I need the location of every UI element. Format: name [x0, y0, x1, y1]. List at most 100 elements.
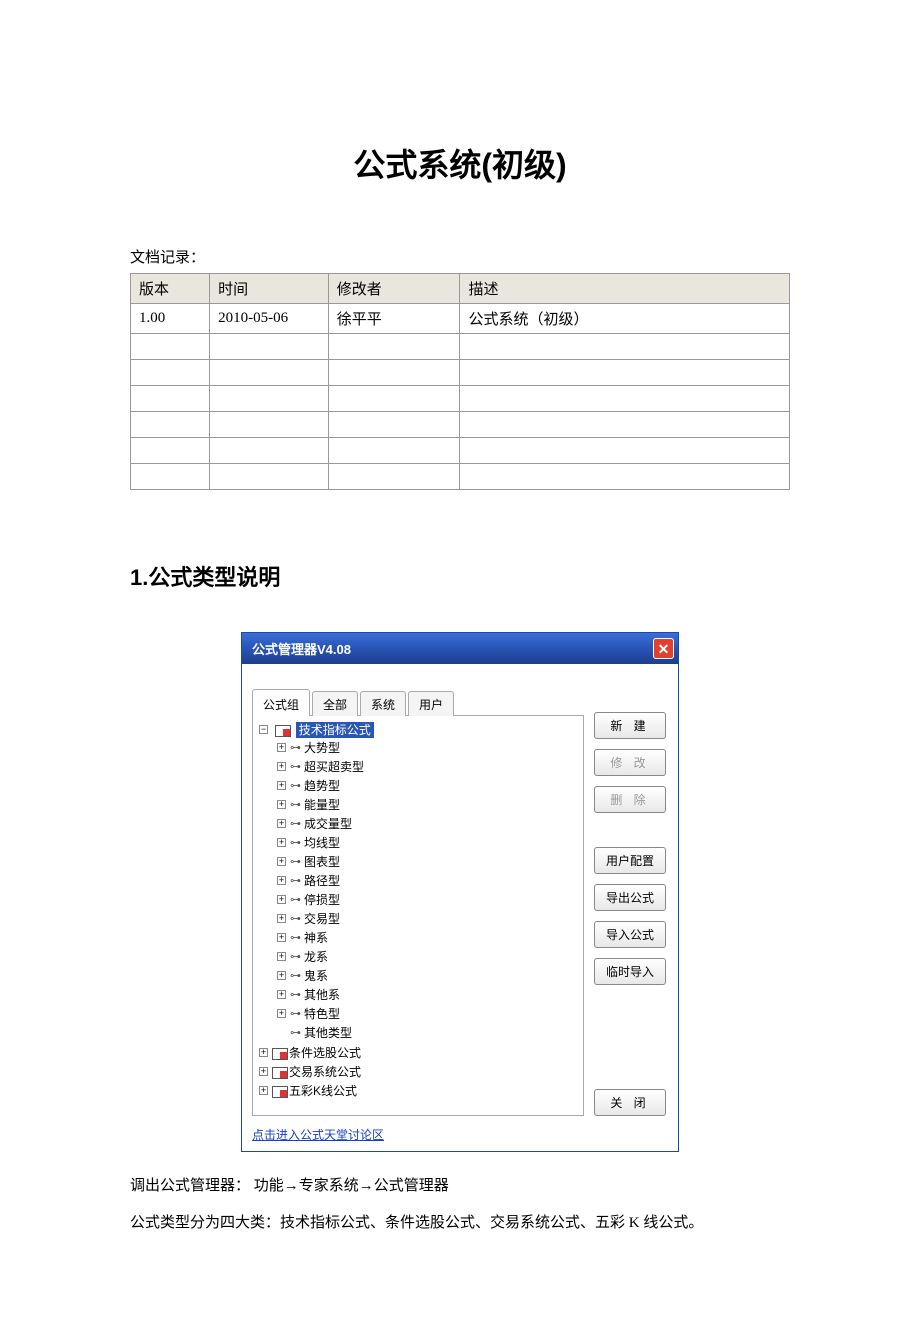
th-author: 修改者 [328, 274, 460, 304]
table-row: 1.002010-05-06徐平平公式系统（初级） [131, 304, 790, 334]
key-icon: ⊶ [290, 1007, 301, 1020]
table-row [131, 412, 790, 438]
table-cell [131, 386, 210, 412]
key-icon: ⊶ [290, 779, 301, 792]
key-icon: ⊶ [290, 988, 301, 1001]
key-icon: ⊶ [290, 855, 301, 868]
tab-system[interactable]: 系统 [360, 691, 406, 716]
key-icon: ⊶ [290, 798, 301, 811]
tree-item[interactable]: + ⊶趋势型 [277, 776, 579, 795]
tree-item[interactable]: +⊶神系 [277, 928, 579, 947]
temp-import-button[interactable]: 临时导入 [594, 958, 666, 985]
tree-toggle[interactable]: + [277, 914, 286, 923]
formula-manager-dialog: 公式管理器V4.08 ✕ 公式组 全部 系统 用户 − 技术指标公式 [241, 632, 679, 1152]
tree-toggle[interactable]: + [259, 1067, 268, 1076]
tree-item[interactable]: + ⊶能量型 [277, 795, 579, 814]
tree-toggle[interactable]: + [277, 743, 286, 752]
paragraph-menu-path: 调出公式管理器： 功能→专家系统→公式管理器 [130, 1172, 790, 1200]
tree-toggle[interactable]: + [277, 762, 286, 771]
tree-item[interactable]: +交易系统公式 [259, 1062, 579, 1081]
folder-icon [272, 1085, 286, 1096]
tree-item[interactable]: + ⊶大势型 [277, 738, 579, 757]
tree-item[interactable]: + 条件选股公式 [259, 1043, 579, 1062]
tree-item[interactable]: + ⊶图表型 [277, 852, 579, 871]
tree-item[interactable]: + ⊶特色型 [277, 1004, 579, 1023]
key-icon: ⊶ [290, 893, 301, 906]
key-icon: ⊶ [290, 969, 301, 982]
tab-user[interactable]: 用户 [408, 691, 454, 716]
tree-toggle[interactable]: + [277, 876, 286, 885]
tree-item[interactable]: +⊶成交量型 [277, 814, 579, 833]
table-row [131, 464, 790, 490]
tree-root-label[interactable]: 技术指标公式 [296, 722, 374, 738]
tree-toggle[interactable]: + [277, 1009, 286, 1018]
table-row [131, 360, 790, 386]
tree-toggle[interactable]: + [277, 819, 286, 828]
tree-item-label: 均线型 [304, 836, 340, 850]
tree-item[interactable]: ⊶其他类型 [277, 1023, 579, 1042]
tree-toggle[interactable]: + [277, 857, 286, 866]
tree-item[interactable]: +⊶超买超卖型 [277, 757, 579, 776]
tree-toggle[interactable]: + [259, 1048, 268, 1057]
tree-item[interactable]: +⊶交易型 [277, 909, 579, 928]
tree-item-label: 条件选股公式 [289, 1046, 361, 1060]
table-cell [328, 438, 460, 464]
key-icon: ⊶ [290, 741, 301, 754]
table-cell [460, 360, 790, 386]
tree-item[interactable]: + ⊶均线型 [277, 833, 579, 852]
edit-button[interactable]: 修 改 [594, 749, 666, 776]
section-heading-1: 1.公式类型说明 [130, 560, 790, 592]
tree-item-label: 特色型 [304, 1007, 340, 1021]
close-icon[interactable]: ✕ [653, 638, 674, 659]
tab-all[interactable]: 全部 [312, 691, 358, 716]
tree-item[interactable]: +五彩K线公式 [259, 1081, 579, 1100]
tree-item-label: 大势型 [304, 741, 340, 755]
table-cell [460, 386, 790, 412]
tree-item-label: 趋势型 [304, 779, 340, 793]
key-icon: ⊶ [290, 836, 301, 849]
close-button[interactable]: 关 闭 [594, 1089, 666, 1116]
tree-toggle[interactable]: + [277, 800, 286, 809]
table-cell [131, 464, 210, 490]
forum-link[interactable]: 点击进入公式天堂讨论区 [252, 1128, 384, 1142]
table-cell [328, 386, 460, 412]
key-icon: ⊶ [290, 1026, 301, 1039]
table-cell [210, 412, 329, 438]
tree-item-label: 鬼系 [304, 969, 328, 983]
tab-group[interactable]: 公式组 [252, 689, 310, 716]
tree-toggle[interactable]: − [259, 725, 268, 734]
tree-item[interactable]: +⊶其他系 [277, 985, 579, 1004]
tree-toggle[interactable]: + [277, 990, 286, 999]
tree-toggle[interactable]: + [277, 933, 286, 942]
folder-icon [272, 1066, 286, 1077]
delete-button[interactable]: 删 除 [594, 786, 666, 813]
tree-item-label: 成交量型 [304, 817, 352, 831]
tree-toggle[interactable]: + [277, 895, 286, 904]
tree-toggle[interactable]: + [277, 838, 286, 847]
formula-tree[interactable]: − 技术指标公式 +⊶大势型+⊶超买超卖型+⊶趋势型+⊶能量型+⊶成交量型+⊶均… [252, 716, 584, 1116]
tree-toggle[interactable]: + [277, 781, 286, 790]
user-config-button[interactable]: 用户配置 [594, 847, 666, 874]
table-cell [131, 412, 210, 438]
tree-item-label: 图表型 [304, 855, 340, 869]
key-icon: ⊶ [290, 874, 301, 887]
tree-item[interactable]: + ⊶鬼系 [277, 966, 579, 985]
folder-icon [272, 1047, 286, 1058]
tree-item-label: 能量型 [304, 798, 340, 812]
tree-toggle[interactable]: + [277, 971, 286, 980]
import-button[interactable]: 导入公式 [594, 921, 666, 948]
new-button[interactable]: 新 建 [594, 712, 666, 739]
export-button[interactable]: 导出公式 [594, 884, 666, 911]
key-icon: ⊶ [290, 912, 301, 925]
tree-item[interactable]: +⊶路径型 [277, 871, 579, 890]
table-cell [210, 464, 329, 490]
table-row [131, 438, 790, 464]
tree-toggle[interactable]: + [277, 952, 286, 961]
table-cell [131, 360, 210, 386]
dialog-titlebar: 公式管理器V4.08 ✕ [242, 633, 678, 664]
dialog-title: 公式管理器V4.08 [252, 639, 351, 658]
tree-item[interactable]: +⊶停损型 [277, 890, 579, 909]
tree-item[interactable]: +⊶龙系 [277, 947, 579, 966]
tree-toggle[interactable]: + [259, 1086, 268, 1095]
arrow-icon: → [359, 1177, 374, 1194]
